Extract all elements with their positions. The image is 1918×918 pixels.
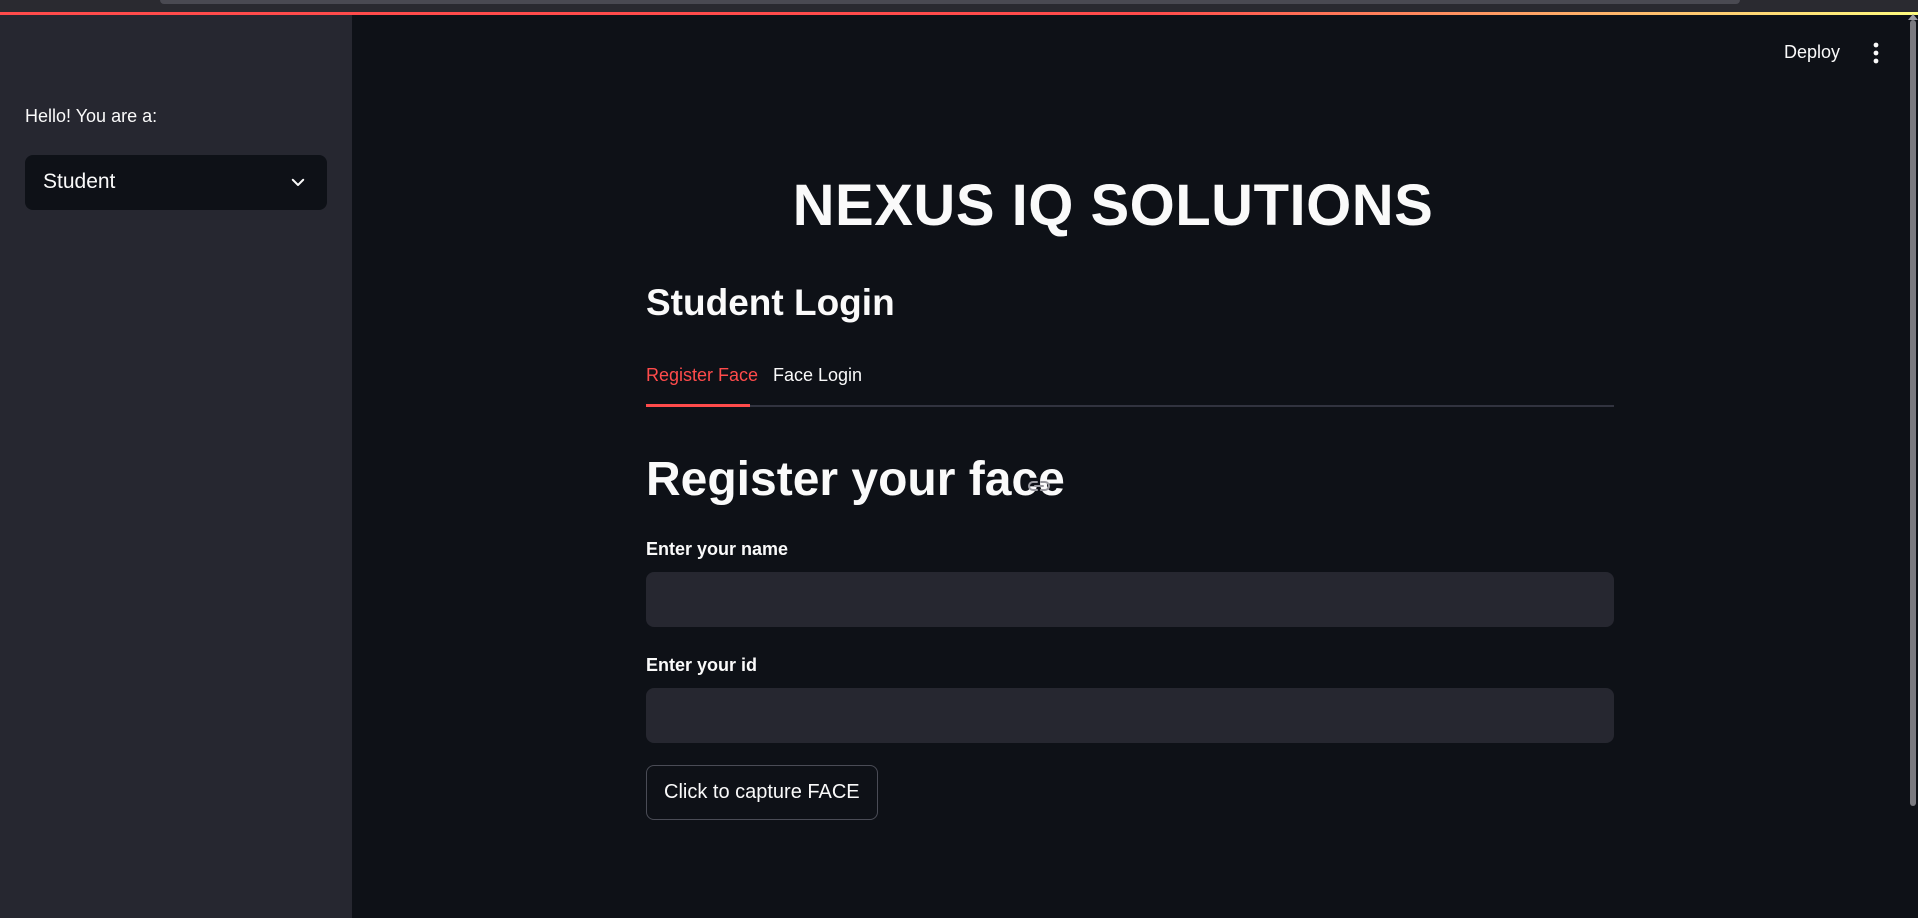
login-subtitle: Student Login [646,282,895,323]
id-input[interactable] [646,688,1614,743]
tab-register-face[interactable]: Register Face [646,365,758,396]
section-heading: Register your face [646,453,1065,506]
browser-top-strip-inner [160,0,1740,4]
tab-face-login[interactable]: Face Login [773,365,862,396]
id-field-label: Enter your id [646,655,758,675]
more-vertical-icon[interactable] [1866,42,1886,64]
active-tab-indicator [646,404,750,407]
deploy-button[interactable]: Deploy [1784,42,1840,63]
scrollbar-thumb[interactable] [1910,20,1916,806]
tab-divider [646,405,1614,407]
page-title: NEXUS IQ SOLUTIONS [792,173,1434,238]
sidebar [0,15,352,918]
capture-face-button[interactable]: Click to capture FACE [646,765,878,820]
chevron-down-icon [291,178,305,186]
sidebar-role-label: Hello! You are a: [25,106,158,126]
tab-bar: Register Face Face Login [646,365,1614,409]
role-select[interactable]: Student [25,155,327,210]
role-select-value: Student [43,170,116,193]
name-input[interactable] [646,572,1614,627]
link-icon[interactable] [1027,476,1051,496]
name-field-label: Enter your name [646,539,789,559]
